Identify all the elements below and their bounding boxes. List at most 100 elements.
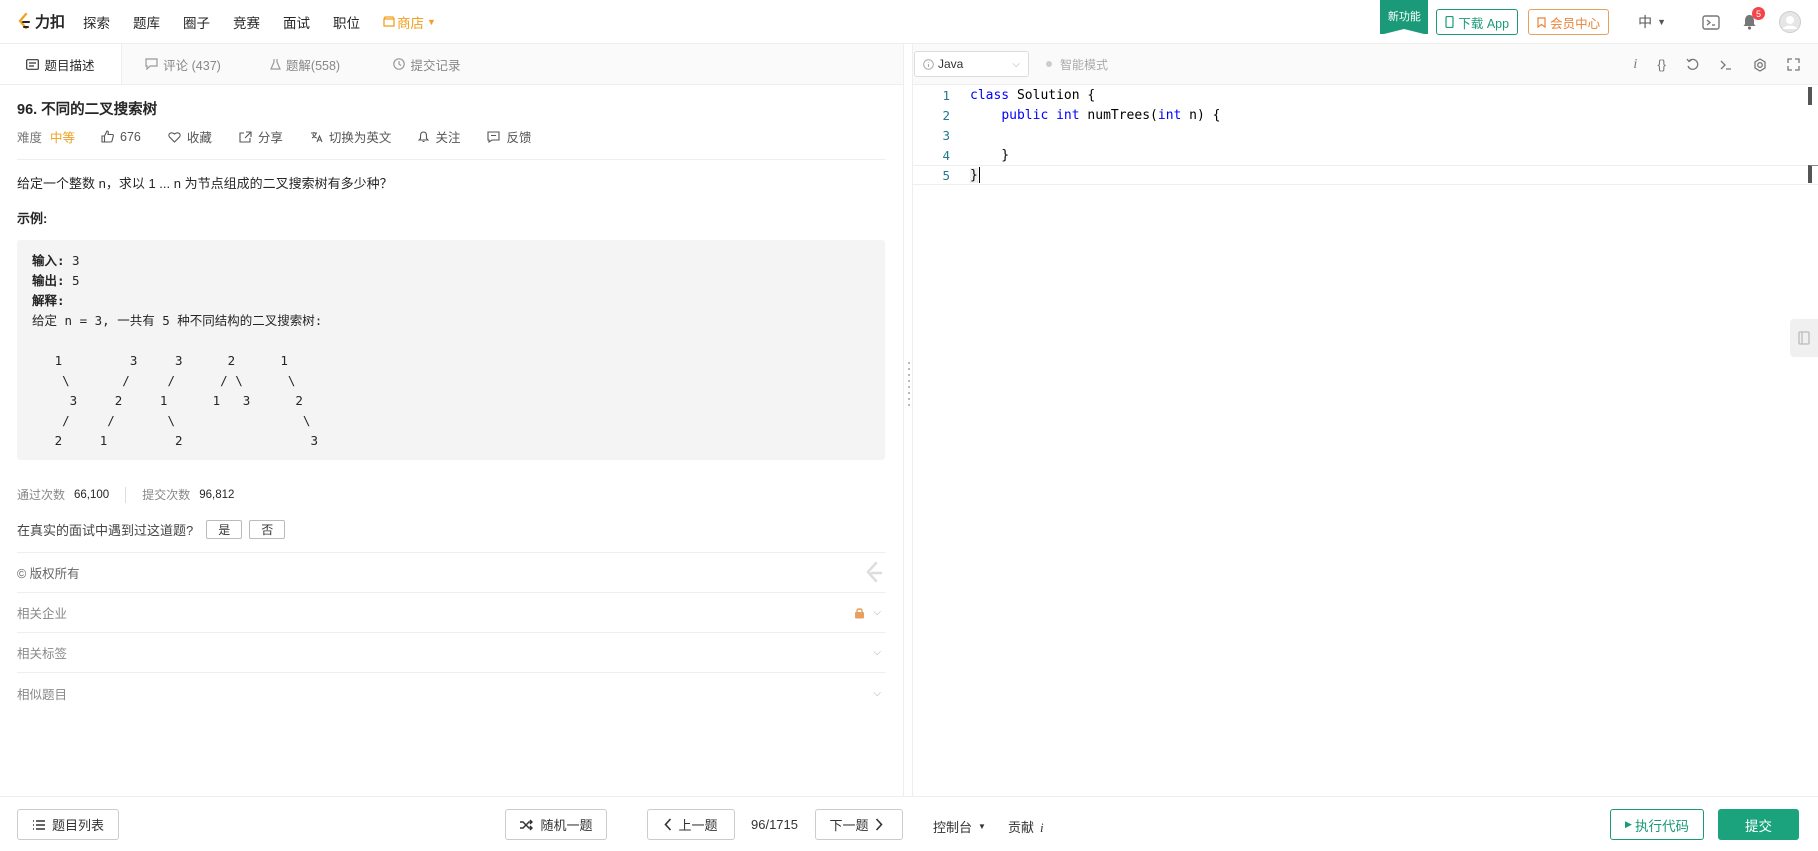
follow-button[interactable]: 关注	[418, 127, 460, 146]
info-italic-icon: i	[1040, 820, 1044, 835]
accepted-count: 66,100	[74, 488, 110, 501]
difficulty-value: 中等	[50, 131, 76, 145]
favorite-label: 收藏	[186, 131, 212, 145]
settings-icon[interactable]	[1753, 57, 1767, 72]
smart-mode-toggle[interactable]: 智能模式	[1046, 56, 1108, 73]
editor-scrollbar-thumb[interactable]	[1808, 87, 1812, 105]
random-problem-button[interactable]: 随机一题	[505, 809, 607, 840]
tab-description[interactable]: 题目描述	[0, 44, 122, 84]
language-label: 中	[1638, 14, 1653, 30]
terminal-icon	[1702, 14, 1720, 30]
submissions-label: 提交次数	[142, 488, 191, 502]
submit-button[interactable]: 提交	[1718, 809, 1799, 840]
comment-icon	[145, 58, 158, 70]
tab-solutions[interactable]: 题解(558)	[244, 44, 366, 84]
tab-description-label: 题目描述	[44, 58, 95, 73]
related-companies-label: 相关企业	[17, 607, 68, 621]
line-number: 5	[942, 167, 950, 183]
related-tags-row[interactable]: 相关标签 ⌵	[17, 633, 885, 673]
format-code-icon[interactable]: {}	[1657, 57, 1666, 72]
next-problem-label: 下一题	[829, 818, 869, 833]
chevron-right-icon	[875, 818, 883, 831]
nav-circle[interactable]: 圈子	[183, 12, 210, 32]
nav-explore[interactable]: 探索	[83, 12, 110, 32]
example-explanation: 给定 n = 3, 一共有 5 种不同结构的二叉搜索树:	[32, 313, 323, 328]
chevron-left-icon	[664, 818, 672, 831]
code-text: numTrees(	[1079, 107, 1158, 123]
previous-problem-button[interactable]: 上一题	[647, 809, 735, 840]
favorite-button[interactable]: 收藏	[168, 127, 212, 146]
similar-problems-label: 相似题目	[17, 687, 68, 702]
random-problem-label: 随机一题	[540, 818, 593, 833]
fullscreen-icon[interactable]	[1787, 58, 1800, 71]
play-icon: ▶	[1625, 819, 1632, 829]
run-code-button[interactable]: ▶ 执行代码	[1610, 809, 1704, 840]
list-icon	[32, 819, 45, 830]
user-avatar[interactable]	[1779, 11, 1801, 33]
nav-problemset[interactable]: 题库	[133, 12, 160, 32]
download-app-button[interactable]: 下载 App	[1436, 9, 1519, 35]
feedback-icon	[487, 130, 501, 143]
code-line: 2 public int numTrees(int n) {	[913, 105, 1818, 125]
problem-position: 96/1715	[751, 817, 798, 832]
thumbs-up-icon	[101, 130, 114, 143]
notifications-button[interactable]: 5	[1742, 7, 1765, 30]
share-button[interactable]: 分享	[239, 127, 283, 146]
line-number: 1	[942, 87, 950, 103]
similar-problems-row[interactable]: 相似题目 ⌵	[17, 673, 885, 713]
copyright-row: © 版权所有	[17, 553, 885, 593]
nav-interview[interactable]: 面试	[283, 12, 310, 32]
nav-jobs[interactable]: 职位	[333, 12, 360, 32]
share-label: 分享	[257, 131, 283, 145]
code-line: 3	[913, 125, 1818, 145]
nav-store[interactable]: 商店 ▼	[383, 12, 436, 32]
new-feature-badge[interactable]: 新功能	[1380, 0, 1429, 35]
code-editor[interactable]: 1 class Solution { 2 public int numTrees…	[913, 85, 1818, 796]
language-switch[interactable]: 中 ▼	[1638, 12, 1666, 32]
problem-list-button[interactable]: 题目列表	[17, 809, 119, 840]
code-keyword: public	[1001, 107, 1049, 123]
tab-solutions-label: 题解(558)	[285, 58, 341, 73]
switch-language-button[interactable]: 切换为英文	[310, 127, 391, 146]
top-navigation-bar: 力扣 探索 题库 圈子 竞赛 面试 职位 商店 ▼ 新功能 下载 App 会员中…	[0, 0, 1818, 44]
yes-button[interactable]: 是	[206, 520, 243, 539]
vip-center-button[interactable]: 会员中心	[1528, 9, 1610, 35]
related-companies-row[interactable]: 相关企业 ⌵	[17, 593, 885, 633]
nav-contest[interactable]: 竞赛	[233, 12, 260, 32]
text-cursor	[978, 167, 980, 183]
pane-resize-handle[interactable]	[903, 44, 913, 796]
info-icon	[923, 58, 934, 70]
console-toggle[interactable]: 控制台 ▼	[933, 817, 986, 836]
phone-icon	[1445, 16, 1454, 28]
tab-comments[interactable]: 评论 (437)	[122, 44, 244, 84]
submission-stats: 通过次数 66,100 提交次数 96,812	[17, 486, 885, 503]
leetcode-logo[interactable]: 力扣	[16, 11, 65, 32]
feedback-button[interactable]: 反馈	[487, 127, 531, 146]
terminal-icon[interactable]	[1719, 59, 1733, 71]
related-tags-label: 相关标签	[17, 647, 68, 661]
like-button[interactable]: 676	[101, 130, 141, 144]
description-icon	[26, 58, 40, 70]
example-tree-diagram: 1 3 3 2 1 \ / / / \ \ 3 2 1 1 3 2 / / \ …	[54, 353, 318, 448]
reset-icon[interactable]	[1686, 58, 1699, 71]
language-select[interactable]: Java ⌵	[914, 51, 1029, 77]
next-problem-button[interactable]: 下一题	[815, 809, 903, 840]
code-text: }	[970, 167, 978, 183]
no-button[interactable]: 否	[249, 520, 286, 539]
shuffle-icon	[520, 819, 534, 830]
line-number: 3	[942, 127, 950, 143]
contribute-button[interactable]: 贡献 i	[1008, 817, 1044, 836]
example-input-label: 输入:	[32, 253, 65, 268]
chevron-down-icon: ⌵	[873, 687, 881, 699]
like-count: 676	[120, 129, 141, 144]
problem-title: 96. 不同的二叉搜索树	[17, 102, 158, 118]
heart-icon	[168, 131, 181, 143]
editor-toolbar: Java ⌵ 智能模式 i {}	[913, 44, 1818, 85]
chevron-down-icon: ⌵	[873, 607, 881, 618]
playground-button[interactable]	[1702, 14, 1720, 30]
note-icon	[1798, 331, 1810, 345]
info-italic-icon[interactable]: i	[1633, 57, 1637, 73]
tab-submissions[interactable]: 提交记录	[366, 44, 488, 84]
notification-count-badge: 5	[1752, 7, 1765, 20]
side-panel-tab[interactable]	[1790, 319, 1818, 357]
